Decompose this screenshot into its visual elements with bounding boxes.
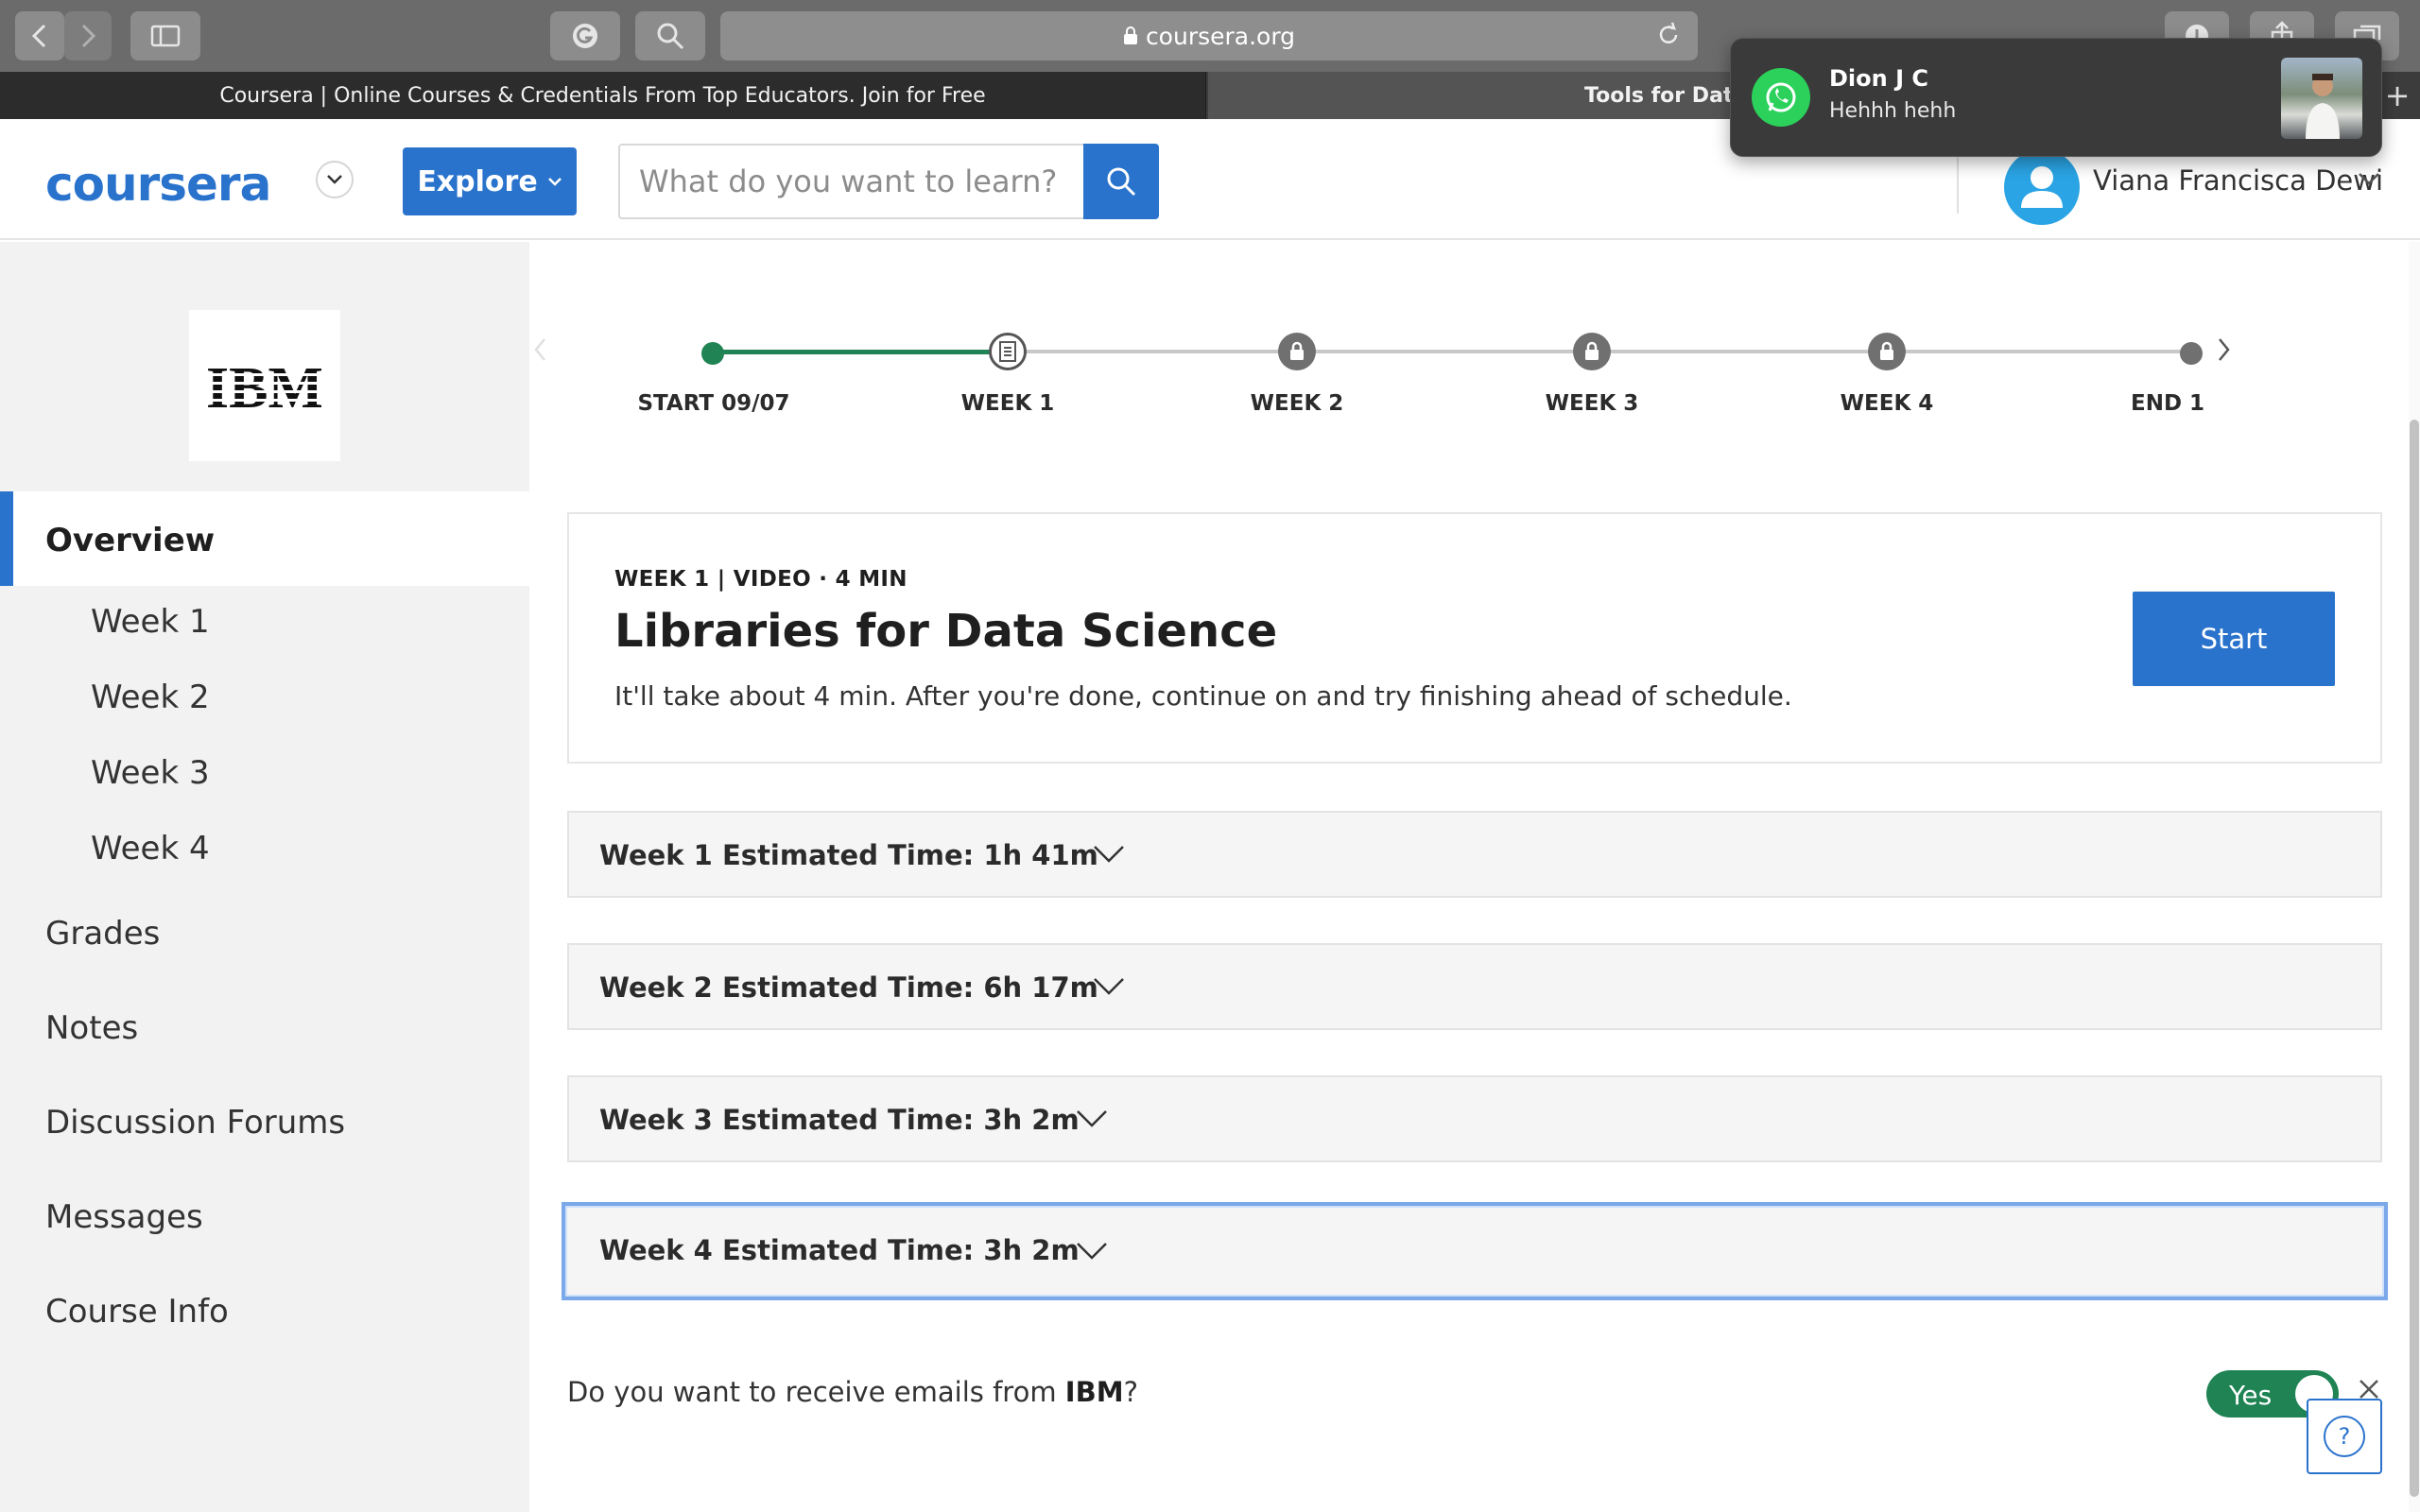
chevron-right-icon[interactable] xyxy=(2216,336,2231,363)
search-icon xyxy=(1107,167,1136,197)
sidebar-item-week-4[interactable]: Week 4 xyxy=(91,830,210,868)
week-accordion-3[interactable]: Week 3 Estimated Time: 3h 2m xyxy=(567,1075,2382,1162)
email-question-end: ? xyxy=(1123,1376,1138,1408)
lock-icon xyxy=(1123,26,1137,44)
explore-label: Explore xyxy=(417,164,538,198)
notification-sender: Dion J C xyxy=(1829,65,1928,92)
chevron-left-icon[interactable] xyxy=(533,336,548,363)
week-estimated-time: Estimated Time: 3h 2m xyxy=(722,1104,1080,1136)
sidebar-item-grades[interactable]: Grades xyxy=(45,915,160,953)
whatsapp-notification[interactable]: Dion J C Hehhh hehh xyxy=(1730,38,2382,157)
next-item-title[interactable]: Libraries for Data Science xyxy=(614,605,1277,658)
grammarly-button[interactable] xyxy=(550,11,620,60)
toggle-label: Yes xyxy=(2229,1380,2273,1411)
week-name: Week 2 xyxy=(599,971,713,1004)
search-tabs-button[interactable] xyxy=(635,11,705,60)
tab-label: Tools for Data xyxy=(1584,83,1748,108)
user-name[interactable]: Viana Francisca Dewi xyxy=(2093,164,2383,197)
tab-label: Coursera | Online Courses & Credentials … xyxy=(219,83,986,108)
milestone-label: WEEK 3 xyxy=(1545,391,1639,416)
chevron-down-icon[interactable] xyxy=(1076,1109,1108,1128)
sidebar-item-label: Overview xyxy=(45,522,216,559)
chevron-down-icon xyxy=(327,175,342,184)
milestone-label: END 1( xyxy=(2131,391,2204,416)
forward-button[interactable] xyxy=(64,11,112,60)
milestone-end-dot xyxy=(2180,342,2203,365)
sender-photo xyxy=(2281,58,2362,139)
lock-icon xyxy=(1880,341,1893,360)
chevron-down-icon[interactable] xyxy=(1076,1242,1108,1261)
next-item-meta: WEEK 1 | VIDEO · 4 MIN xyxy=(614,567,908,592)
ibm-logo: IBM xyxy=(189,310,340,461)
avatar[interactable] xyxy=(2004,149,2080,225)
sidebar-item-messages[interactable]: Messages xyxy=(45,1198,203,1236)
timeline-progress xyxy=(715,350,1008,354)
document-icon xyxy=(999,341,1016,362)
milestone-label: WEEK 2 xyxy=(1250,391,1344,416)
chevron-down-icon xyxy=(547,178,562,186)
email-question-text: Do you want to receive emails from xyxy=(567,1376,1065,1408)
start-button[interactable]: Start xyxy=(2133,592,2335,686)
explore-button[interactable]: Explore xyxy=(403,147,577,215)
address-bar[interactable]: coursera.org xyxy=(720,11,1698,60)
address-url: coursera.org xyxy=(1145,22,1296,50)
lock-icon xyxy=(1290,341,1304,360)
milestone-start-dot xyxy=(701,342,724,365)
forward-icon xyxy=(81,24,96,48)
week-estimated-time: Estimated Time: 3h 2m xyxy=(722,1234,1080,1266)
milestone-week-2-node[interactable] xyxy=(1278,333,1316,370)
week-estimated-time: Estimated Time: 6h 17m xyxy=(722,971,1098,1004)
lock-icon xyxy=(1585,341,1599,360)
sidebar-item-notes[interactable]: Notes xyxy=(45,1009,138,1047)
week-estimated-time: Estimated Time: 1h 41m xyxy=(722,839,1098,871)
tab-coursera[interactable]: Coursera | Online Courses & Credentials … xyxy=(0,72,1206,119)
milestone-label: WEEK 4 xyxy=(1840,391,1934,416)
grammarly-icon xyxy=(573,24,597,48)
email-question-org: IBM xyxy=(1064,1376,1124,1408)
sidebar-item-week-1[interactable]: Week 1 xyxy=(91,603,210,641)
logo-menu-button[interactable] xyxy=(316,161,354,198)
milestone-week-3-node[interactable] xyxy=(1573,333,1611,370)
whatsapp-icon xyxy=(1752,68,1810,127)
reload-icon[interactable] xyxy=(1654,21,1683,49)
search-icon xyxy=(657,23,684,50)
notification-message: Hehhh hehh xyxy=(1829,99,1957,123)
search-input[interactable] xyxy=(618,144,1083,219)
scrollbar-thumb[interactable] xyxy=(2410,420,2419,1497)
user-icon xyxy=(2021,166,2063,208)
sidebar-item-discussion-forums[interactable]: Discussion Forums xyxy=(45,1104,345,1142)
week-accordion-2[interactable]: Week 2 Estimated Time: 6h 17m xyxy=(567,943,2382,1030)
milestone-week-1-node[interactable] xyxy=(989,333,1027,370)
email-consent-question: Do you want to receive emails from IBM? xyxy=(567,1376,1138,1408)
header-divider xyxy=(1957,147,1959,214)
week-accordion-1[interactable]: Week 1 Estimated Time: 1h 41m xyxy=(567,811,2382,898)
milestone-label: WEEK 1 xyxy=(960,391,1055,416)
milestone-week-4-node[interactable] xyxy=(1868,333,1906,370)
chevron-down-icon[interactable] xyxy=(1093,845,1125,864)
back-icon xyxy=(31,24,46,48)
week-name: Week 3 xyxy=(599,1104,713,1136)
search-button[interactable] xyxy=(1083,144,1159,219)
sidebar-item-overview[interactable]: Overview xyxy=(0,491,529,586)
sidebar-item-course-info[interactable]: Course Info xyxy=(45,1293,229,1331)
coursera-logo[interactable]: coursera xyxy=(45,157,271,212)
milestone-label: START 09/07 xyxy=(637,391,790,416)
week-name: Week 4 xyxy=(599,1234,713,1266)
help-button[interactable]: ? xyxy=(2307,1399,2382,1474)
help-icon: ? xyxy=(2324,1416,2365,1457)
chevron-down-icon[interactable] xyxy=(1093,977,1125,996)
next-item-description: It'll take about 4 min. After you're don… xyxy=(614,680,1792,712)
chevron-down-icon[interactable] xyxy=(2358,172,2380,185)
sidebar-item-week-2[interactable]: Week 2 xyxy=(91,679,210,716)
sidebar-toggle-button[interactable] xyxy=(130,11,200,60)
sidebar-item-week-3[interactable]: Week 3 xyxy=(91,754,210,792)
week-name: Week 1 xyxy=(599,839,713,871)
close-icon[interactable] xyxy=(2358,1378,2380,1400)
course-timeline: START 09/07 WEEK 1 WEEK 2 WEEK 3 WEEK 4 … xyxy=(529,242,2420,478)
week-accordion-4[interactable]: Week 4 Estimated Time: 3h 2m xyxy=(562,1202,2388,1300)
course-sidebar: IBM Overview Week 1 Week 2 Week 3 Week 4… xyxy=(0,242,529,1512)
sidebar-icon xyxy=(150,25,181,47)
back-button[interactable] xyxy=(15,11,64,60)
next-item-card: WEEK 1 | VIDEO · 4 MIN Libraries for Dat… xyxy=(567,512,2382,764)
